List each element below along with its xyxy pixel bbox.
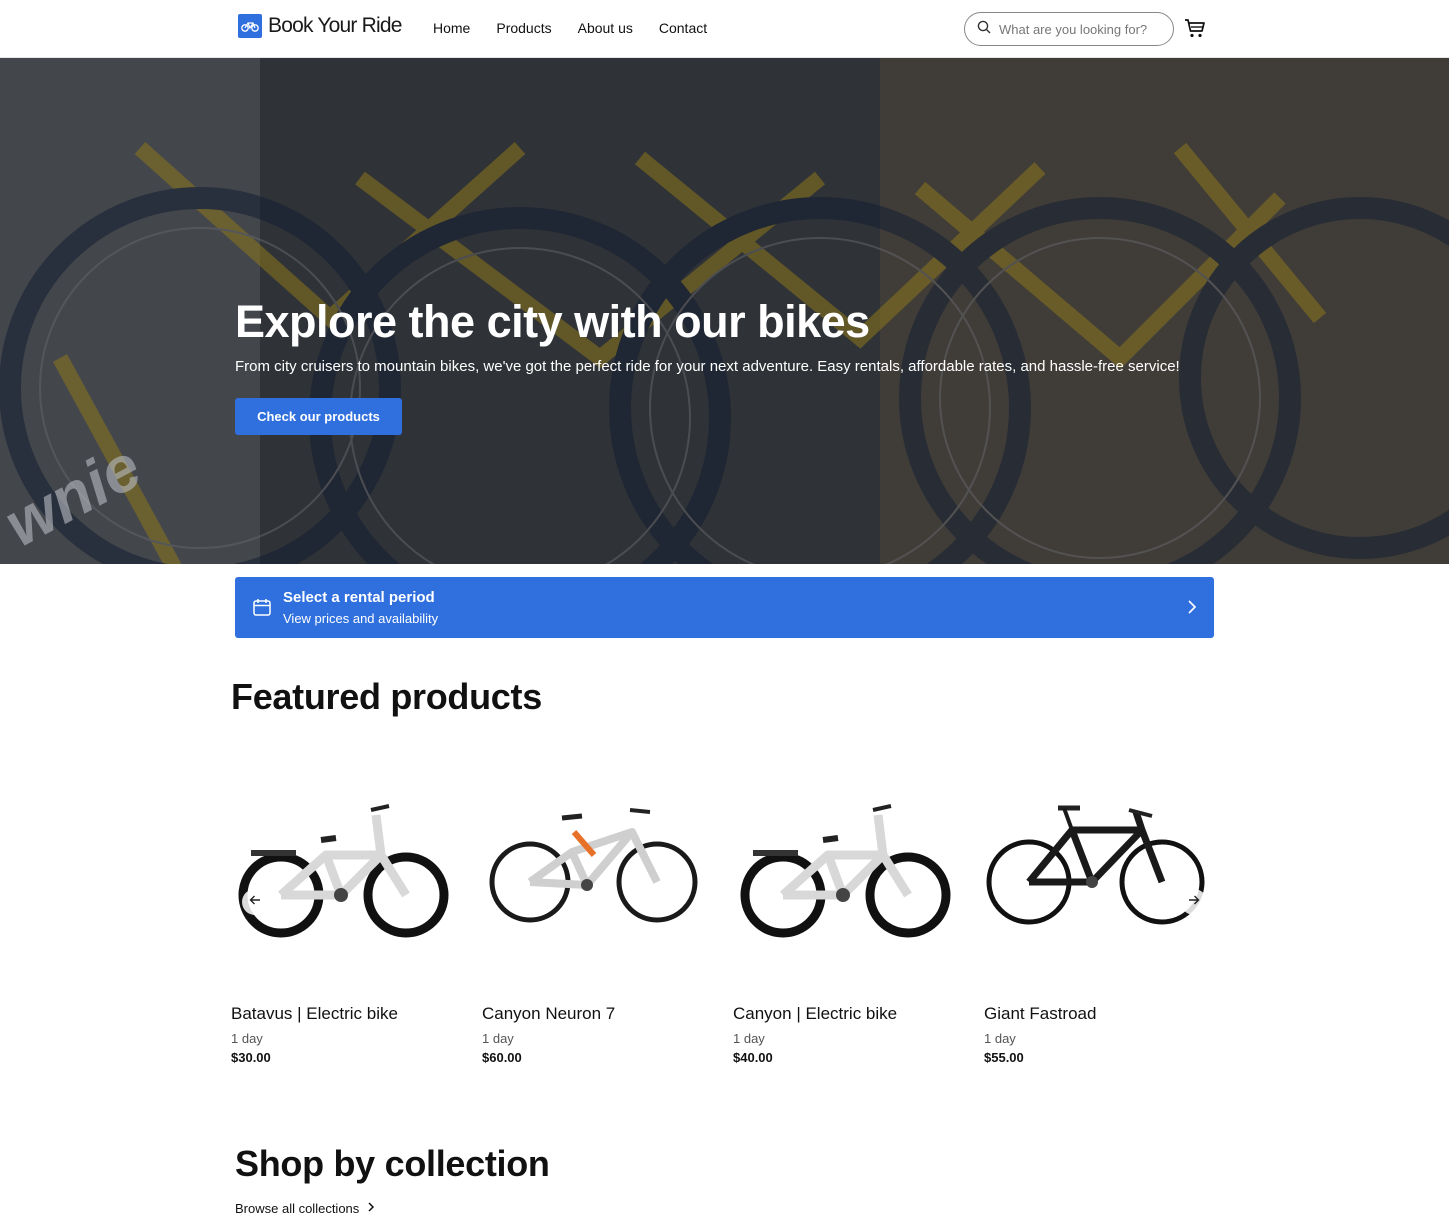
calendar-icon [252,597,272,622]
product-price: $40.00 [733,1050,773,1065]
site-header: Book Your Ride Home Products About us Co… [0,0,1449,58]
featured-products-heading: Featured products [231,676,542,717]
arrow-left-icon [249,893,261,911]
main-nav: Home Products About us Contact [433,20,733,36]
product-duration: 1 day [984,1031,1016,1046]
nav-contact[interactable]: Contact [659,20,707,36]
rental-title: Select a rental period [283,589,435,606]
hero-subtitle: From city cruisers to mountain bikes, we… [235,358,1180,375]
black-road-bike-icon [984,760,1209,990]
rental-period-selector[interactable]: Select a rental period View prices and a… [235,577,1214,638]
white-e-bike-icon [231,760,456,990]
logo[interactable]: Book Your Ride [238,14,402,38]
search-box[interactable] [964,12,1174,46]
product-card[interactable]: Canyon Neuron 7 1 day $60.00 [482,760,707,1065]
arrow-right-icon [1188,893,1200,911]
chevron-right-icon [367,1201,375,1215]
hero-banner: wnie Explore the city with our bikes Fro… [0,58,1449,564]
rental-subtitle: View prices and availability [283,611,439,626]
product-price: $60.00 [482,1050,522,1065]
nav-home[interactable]: Home [433,20,470,36]
nav-products[interactable]: Products [496,20,551,36]
carousel-prev-button[interactable] [242,889,268,915]
product-duration: 1 day [733,1031,765,1046]
product-name[interactable]: Batavus | Electric bike [231,1004,398,1024]
product-duration: 1 day [231,1031,263,1046]
product-card[interactable]: Batavus | Electric bike 1 day $30.00 [231,760,456,1065]
nav-about-us[interactable]: About us [578,20,633,36]
hero-title: Explore the city with our bikes [235,296,870,347]
product-card[interactable]: Giant Fastroad 1 day $55.00 [984,760,1209,1065]
logo-text: Book Your Ride [268,14,402,37]
search-input[interactable] [999,21,1159,37]
browse-all-collections-link[interactable]: Browse all collections [235,1201,375,1215]
browse-all-collections-label: Browse all collections [235,1201,360,1215]
bike-logo-icon [238,14,262,38]
product-price: $55.00 [984,1050,1024,1065]
carousel-next-button[interactable] [1181,889,1207,915]
white-mtb-icon [482,760,707,990]
product-name[interactable]: Canyon Neuron 7 [482,1004,615,1024]
search-icon [977,20,991,39]
product-name[interactable]: Canyon | Electric bike [733,1004,897,1024]
product-card[interactable]: Canyon | Electric bike 1 day $40.00 [733,760,958,1065]
shop-by-collection-heading: Shop by collection [235,1143,550,1184]
product-price: $30.00 [231,1050,271,1065]
white-e-bike-icon [733,760,958,990]
product-name[interactable]: Giant Fastroad [984,1004,1096,1024]
check-products-button[interactable]: Check our products [235,398,402,435]
product-duration: 1 day [482,1031,514,1046]
cart-icon[interactable] [1183,16,1207,40]
chevron-right-icon [1186,599,1198,620]
